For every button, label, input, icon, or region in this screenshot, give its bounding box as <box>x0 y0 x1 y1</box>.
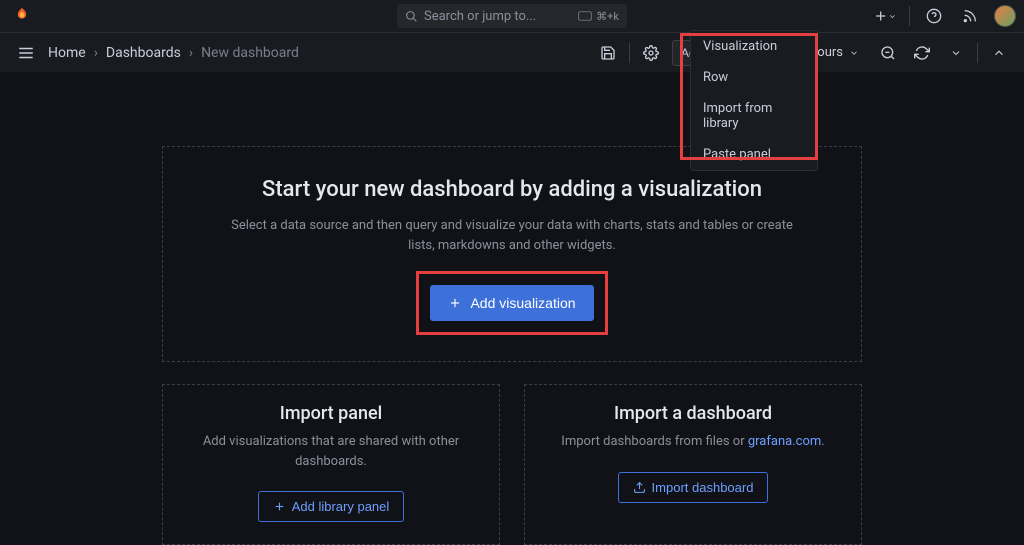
dropdown-item-row[interactable]: Row <box>691 62 817 93</box>
avatar[interactable] <box>994 5 1016 27</box>
breadcrumb-home[interactable]: Home <box>48 45 86 61</box>
dropdown-item-paste-panel[interactable]: Paste panel <box>691 139 817 170</box>
dropdown-item-visualization[interactable]: Visualization <box>691 31 817 62</box>
import-dashboard-title: Import a dashboard <box>545 403 841 424</box>
import-dashboard-button[interactable]: Import dashboard <box>618 472 769 503</box>
search-placeholder: Search or jump to... <box>424 9 578 24</box>
grafana-logo[interactable] <box>8 2 36 30</box>
rss-icon[interactable] <box>958 4 982 28</box>
main-subtitle: Select a data source and then query and … <box>223 216 801 255</box>
import-dashboard-label: Import dashboard <box>652 480 754 495</box>
refresh-icon[interactable] <box>909 40 935 66</box>
main-title: Start your new dashboard by adding a vis… <box>223 177 801 202</box>
add-visualization-label: Add visualization <box>470 295 575 311</box>
zoom-out-icon[interactable] <box>875 40 901 66</box>
divider <box>909 6 910 26</box>
dropdown-item-import-library[interactable]: Import from library <box>691 93 817 139</box>
add-dropdown-menu: Visualization Row Import from library Pa… <box>690 30 818 171</box>
divider <box>977 43 978 63</box>
save-icon[interactable] <box>595 40 621 66</box>
help-icon[interactable] <box>922 4 946 28</box>
add-library-panel-label: Add library panel <box>292 499 390 514</box>
refresh-interval-chevron[interactable] <box>943 40 969 66</box>
divider <box>629 43 630 63</box>
search-kbd-hint: ⌘+k <box>578 10 619 23</box>
search-icon <box>405 10 418 23</box>
main-card: Start your new dashboard by adding a vis… <box>162 146 862 362</box>
upload-icon <box>633 481 646 494</box>
gear-icon[interactable] <box>638 40 664 66</box>
add-icon[interactable] <box>873 4 897 28</box>
breadcrumb-dashboards[interactable]: Dashboards <box>106 45 181 61</box>
import-dashboard-desc: Import dashboards from files or grafana.… <box>545 432 841 452</box>
add-visualization-button[interactable]: Add visualization <box>430 285 593 321</box>
breadcrumb-sep: › <box>94 45 98 61</box>
plus-icon <box>448 296 462 310</box>
hamburger-icon[interactable] <box>12 39 40 67</box>
import-panel-title: Import panel <box>183 403 479 424</box>
search-input[interactable]: Search or jump to... ⌘+k <box>397 4 627 28</box>
chevron-down-icon <box>849 48 859 58</box>
plus-icon <box>273 500 286 513</box>
breadcrumb-current: New dashboard <box>201 45 299 61</box>
kiosk-icon[interactable] <box>986 40 1012 66</box>
breadcrumb-sep: › <box>189 45 193 61</box>
import-panel-desc: Add visualizations that are shared with … <box>183 432 479 471</box>
add-library-panel-button[interactable]: Add library panel <box>258 491 405 522</box>
grafana-link[interactable]: grafana.com <box>748 434 821 449</box>
